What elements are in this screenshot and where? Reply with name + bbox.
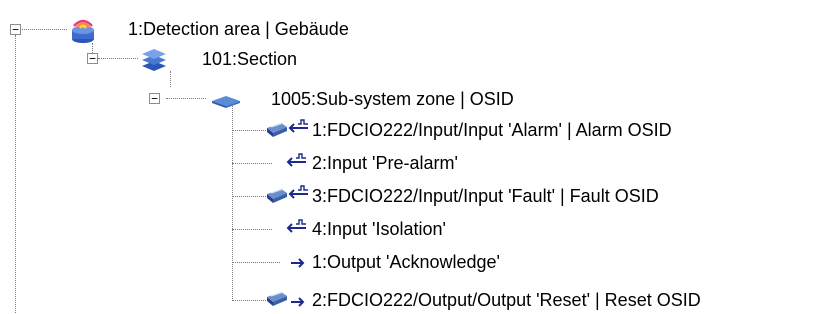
collapse-toggle-detection-area[interactable]: −: [10, 24, 21, 35]
tree-label-output-acknowledge[interactable]: 1:Output 'Acknowledge': [312, 251, 500, 273]
tree-line-children: [232, 104, 233, 301]
tree-line-child-6: [232, 300, 268, 301]
fdcio-device-icon: [266, 121, 288, 144]
tree-line-child-3: [232, 196, 268, 197]
input-icon: [287, 184, 309, 207]
tree-line-child-2: [232, 163, 272, 164]
tree-label-input-alarm[interactable]: 1:FDCIO222/Input/Input 'Alarm' | Alarm O…: [312, 119, 672, 141]
collapse-toggle-subsystem-zone[interactable]: −: [149, 93, 160, 104]
tree-label-output-reset[interactable]: 2:FDCIO222/Output/Output 'Reset' | Reset…: [312, 289, 701, 311]
tree-line-root-h: [22, 29, 67, 30]
output-arrow-icon: [290, 254, 306, 275]
detection-area-icon: [69, 15, 97, 50]
tree-label-section[interactable]: 101:Section: [202, 48, 297, 70]
tree-label-detection-area[interactable]: 1:Detection area | Gebäude: [128, 18, 349, 40]
tree-line-section-h: [98, 58, 138, 59]
output-arrow-icon: [290, 293, 306, 314]
tree-view: − 1:Detection area | Gebäude − 101:Secti…: [0, 0, 821, 313]
subsystem-zone-icon: [210, 88, 242, 115]
tree-label-subsystem-zone[interactable]: 1005:Sub-system zone | OSID: [271, 88, 514, 110]
collapse-toggle-section[interactable]: −: [87, 53, 98, 64]
tree-label-input-isolation[interactable]: 4:Input 'Isolation': [312, 218, 446, 240]
tree-line-child-4: [232, 229, 272, 230]
tree-line-child-5: [232, 262, 280, 263]
tree-line-root: [15, 35, 16, 313]
tree-line-zone: [170, 71, 171, 87]
tree-line-zone-h: [166, 98, 206, 99]
tree-line-child-1: [232, 130, 268, 131]
fdcio-device-icon: [266, 187, 288, 210]
tree-label-input-fault[interactable]: 3:FDCIO222/Input/Input 'Fault' | Fault O…: [312, 185, 659, 207]
input-icon: [285, 152, 307, 175]
tree-label-input-prealarm[interactable]: 2:Input 'Pre-alarm': [312, 152, 458, 174]
input-icon: [285, 218, 307, 241]
input-icon: [287, 118, 309, 141]
section-icon: [140, 44, 168, 79]
fdcio-device-icon: [266, 290, 288, 313]
